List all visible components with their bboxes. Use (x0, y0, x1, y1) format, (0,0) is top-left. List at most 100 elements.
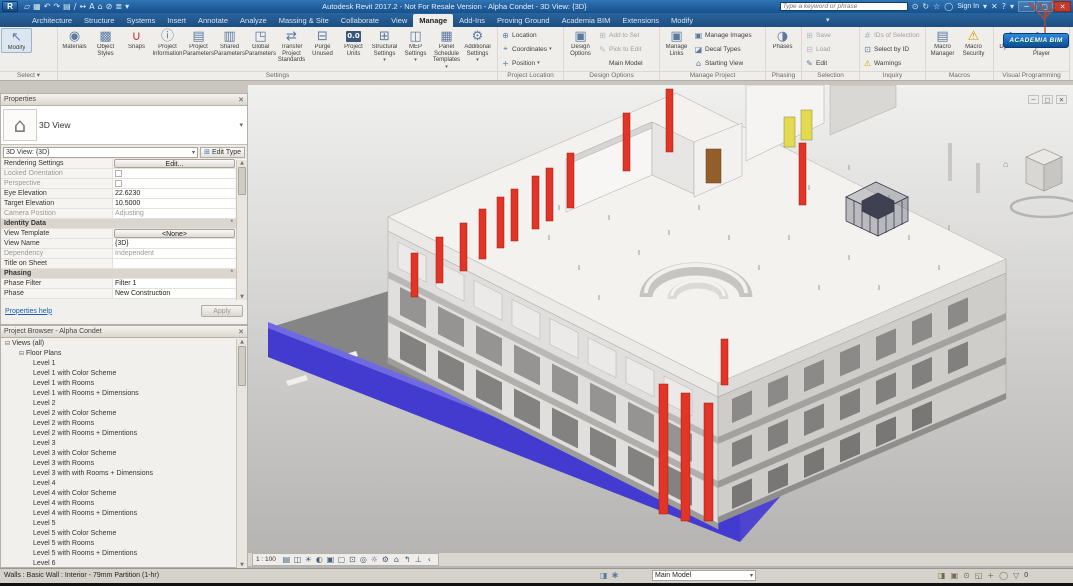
ribbon-panel-label[interactable]: Inquiry (860, 71, 925, 80)
shadows-icon[interactable]: ◐ (314, 555, 325, 564)
ribbon-tab[interactable]: Insert (161, 14, 192, 27)
search-submit-icon[interactable]: ⊙ (912, 2, 919, 11)
browser-tree-item[interactable]: Level 1 (1, 359, 247, 369)
select-pinned-icon[interactable]: ⊙ (963, 571, 970, 580)
user-icon[interactable]: ◯ (944, 2, 953, 11)
browser-tree-item[interactable]: Level 4 with Color Scheme (1, 489, 247, 499)
qat-icon[interactable]: ⌂ (98, 1, 103, 12)
editable-only-icon[interactable]: ✱ (612, 571, 619, 580)
property-row[interactable]: Phase New Construction (1, 289, 247, 299)
property-row[interactable]: Phase Filter Filter 1 (1, 279, 247, 289)
view-close-icon[interactable]: ✕ (1056, 95, 1067, 104)
ribbon-small-button[interactable]: ✎ Edit ▾ (803, 56, 833, 70)
ribbon-panel-label[interactable]: Manage Project (660, 71, 765, 80)
door-yellow[interactable] (784, 117, 795, 147)
property-value[interactable]: <None> (114, 229, 235, 238)
ribbon-tab[interactable]: Extensions (616, 14, 665, 27)
qat-icon[interactable]: ↔ (79, 1, 86, 12)
ribbon-button[interactable]: ▩ Object Styles ▾ (90, 28, 121, 70)
ribbon-panel-label[interactable]: Visual Programming (994, 71, 1069, 80)
render-icon[interactable]: ▣ (325, 555, 336, 564)
sun-path-icon[interactable]: ☀ (303, 555, 314, 564)
browser-tree-item[interactable]: Level 2 with Rooms (1, 419, 247, 429)
drag-on-selection-icon[interactable]: + (987, 571, 994, 580)
help-icon[interactable]: ? (1002, 2, 1006, 11)
ribbon-button[interactable]: ▦ Panel Schedule Templates ▾ (431, 28, 462, 70)
ribbon-button[interactable]: ↖ Modify ▾ (1, 28, 32, 53)
ribbon-tab[interactable]: Architecture (26, 14, 78, 27)
browser-tree-item[interactable]: Level 5 with Rooms + Dimentions (1, 549, 247, 559)
ribbon-button[interactable]: ◉ Materials ▾ (59, 28, 90, 70)
infocenter-search-input[interactable] (780, 2, 908, 11)
browser-tree-item[interactable]: Level 5 with Rooms (1, 539, 247, 549)
displacement-sets-icon[interactable]: ↰ (402, 555, 413, 564)
property-row[interactable]: Camera Position Adjusting (1, 209, 247, 219)
help-dropdown-icon[interactable]: ▾ (1010, 2, 1014, 11)
select-links-icon[interactable]: ▣ (951, 571, 959, 580)
ribbon-tab[interactable]: Annotate (192, 14, 234, 27)
qat-icon[interactable]: A (89, 1, 94, 12)
ribbon-panel-label[interactable]: Select ▾ (0, 71, 57, 80)
qat-icon[interactable]: ▱ (24, 1, 30, 12)
ribbon-button[interactable]: ▤ Macro Manager ▾ (927, 28, 958, 57)
ribbon-tab[interactable]: Modify (665, 14, 699, 27)
panel-display-toggle-icon[interactable]: ▾ (826, 16, 830, 26)
ribbon-small-button[interactable]: # IDs of Selection ▾ (861, 28, 922, 42)
browser-scrollbar[interactable]: ▲ ▼ (236, 339, 247, 568)
property-row[interactable]: Title on Sheet (1, 259, 247, 269)
property-row[interactable]: Identity Data (1, 219, 247, 229)
ribbon-button[interactable]: ⇄ Transfer Project Standards ▾ (276, 28, 307, 70)
worksets-icon[interactable]: ◨ (600, 571, 608, 580)
scroll-up-icon[interactable]: ▲ (237, 160, 247, 166)
browser-tree-item[interactable]: Floor Plans (1, 349, 247, 359)
ribbon-button[interactable]: ⊟ Purge Unused ▾ (307, 28, 338, 70)
project-browser-header[interactable]: Project Browser - Alpha Condet ✕ (1, 326, 247, 338)
ribbon-button[interactable]: ▣ Manage Links ▾ (661, 28, 692, 57)
browser-tree-item[interactable]: Level 3 with Rooms (1, 459, 247, 469)
ribbon-tab[interactable]: Systems (120, 14, 161, 27)
qat-icon[interactable]: ≣ (115, 1, 122, 12)
property-value[interactable]: {3D} (113, 239, 235, 248)
property-row[interactable]: Eye Elevation 22.6230 (1, 189, 247, 199)
ribbon-tab[interactable]: Manage (413, 14, 453, 27)
browser-tree-item[interactable]: Level 1 with Rooms (1, 379, 247, 389)
property-row[interactable]: View Template <None> (1, 229, 247, 239)
ribbon-button[interactable]: ∪ Snaps ▾ (121, 28, 152, 70)
ribbon-button[interactable]: ⚙ Additional Settings ▾ (462, 28, 493, 70)
property-value[interactable] (113, 169, 235, 178)
ribbon-button[interactable]: ◳ Global Parameters ▾ (245, 28, 276, 70)
instance-selector[interactable]: 3D View: {3D} ▾ (3, 147, 198, 158)
property-row[interactable]: Dependency Independent (1, 249, 247, 259)
reveal-constraints-icon[interactable]: ⊥ (413, 555, 424, 564)
collapse-icon[interactable]: ‹ (424, 555, 435, 564)
property-value[interactable]: Filter 1 (113, 279, 235, 288)
filter-icon[interactable]: ▽ (1013, 571, 1019, 580)
browser-tree-item[interactable]: Level 2 (1, 399, 247, 409)
scroll-up-icon[interactable]: ▲ (237, 339, 247, 345)
ribbon-button[interactable]: ◑ Phases ▾ (767, 28, 798, 51)
ribbon-small-button[interactable]: ⌖ Coordinates ▾ (499, 42, 554, 56)
design-option-select[interactable]: Main Model ▾ (652, 570, 756, 581)
browser-tree-item[interactable]: Level 2 with Rooms + Dimentions (1, 429, 247, 439)
ribbon-small-button[interactable]: ⊞ Save ▾ (803, 28, 833, 42)
ribbon-tab[interactable]: Massing & Site (273, 14, 335, 27)
ribbon-tab[interactable]: Analyze (234, 14, 273, 27)
subscription-center-icon[interactable]: ↻ (922, 2, 929, 11)
ribbon-small-button[interactable]: ⊟ Load ▾ (803, 42, 833, 56)
door-yellow[interactable] (801, 110, 812, 140)
reset-icon[interactable]: ◯ (999, 571, 1008, 580)
qat-icon[interactable]: ↶ (44, 1, 51, 12)
ribbon-panel-label[interactable]: Phasing (766, 71, 801, 80)
qat-icon[interactable]: ⊘ (106, 1, 113, 12)
ribbon-button[interactable]: ▣ Design Options ▾ (565, 28, 596, 57)
ribbon-button[interactable]: 0.0 Project Units ▾ (338, 28, 369, 70)
temp-view-properties-icon[interactable]: ⚙ (380, 555, 391, 564)
property-value[interactable]: New Construction (113, 289, 235, 298)
property-row[interactable]: View Name {3D} (1, 239, 247, 249)
apply-button[interactable]: Apply (201, 305, 243, 317)
ribbon-button[interactable]: ▤ Project Parameters ▾ (183, 28, 214, 70)
browser-tree-item[interactable]: Level 4 with Rooms + Dimentions (1, 509, 247, 519)
crop-view-icon[interactable]: ▢ (336, 555, 347, 564)
ribbon-small-button[interactable]: ⌂ Starting View ▾ (692, 56, 754, 70)
property-value[interactable]: Adjusting (113, 209, 235, 218)
